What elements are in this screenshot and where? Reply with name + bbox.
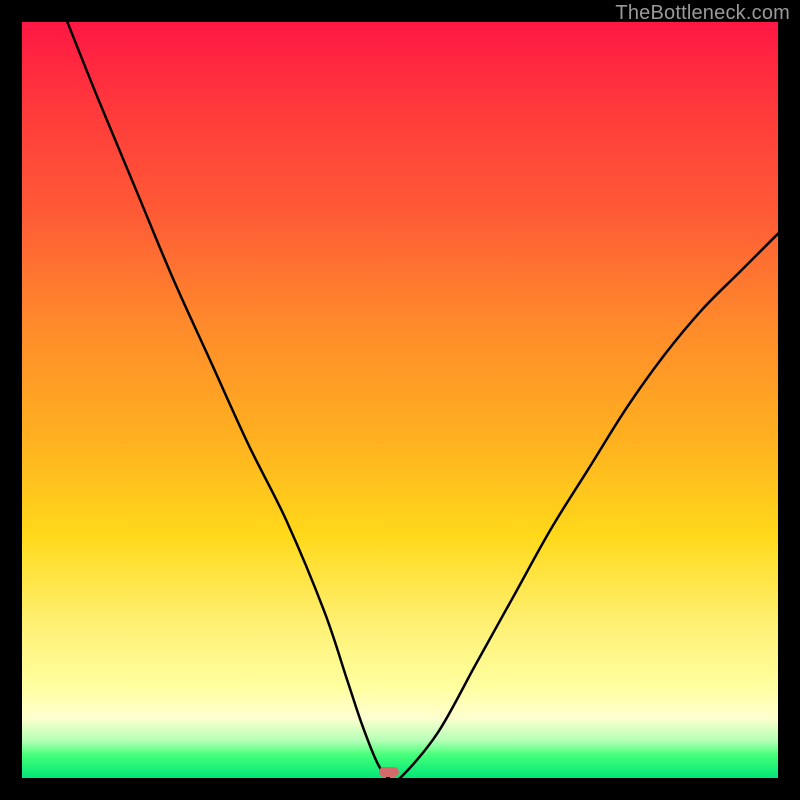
optimum-marker [379,767,399,777]
bottleneck-curve [22,22,778,778]
chart-frame: TheBottleneck.com [0,0,800,800]
plot-area [22,22,778,778]
